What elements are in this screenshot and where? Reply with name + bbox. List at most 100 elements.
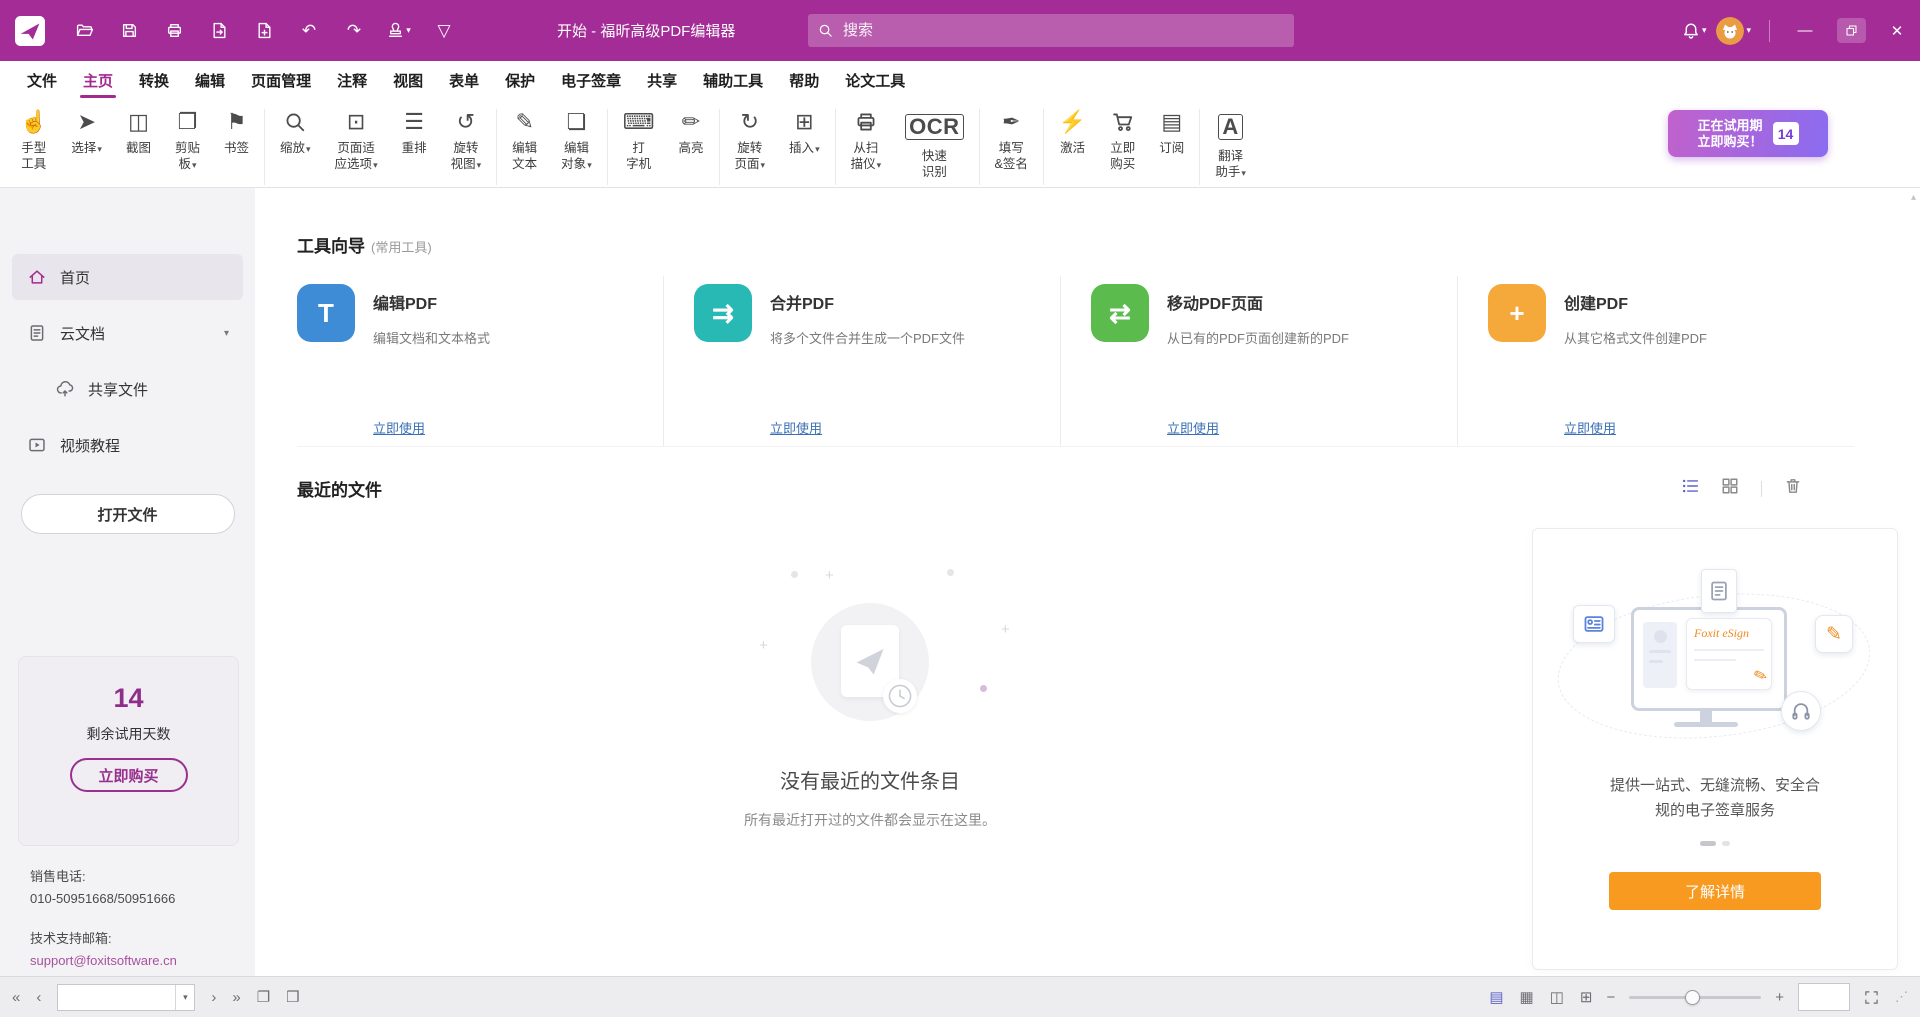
ribbon-page-fit[interactable]: ⊡页面适应选项▾ bbox=[323, 107, 390, 173]
filter-button[interactable]: ▽ bbox=[425, 14, 463, 48]
ribbon-hand-tool[interactable]: ☝手型工具 bbox=[8, 107, 59, 172]
first-page-button[interactable]: « bbox=[12, 989, 20, 1006]
buy-now-button[interactable]: 立即购买 bbox=[70, 758, 188, 792]
ribbon-activate[interactable]: ⚡激活 bbox=[1047, 107, 1098, 156]
export-pdf-button[interactable] bbox=[200, 14, 238, 48]
learn-more-button[interactable]: 了解详情 bbox=[1609, 872, 1821, 910]
zoom-slider[interactable] bbox=[1629, 990, 1761, 1004]
ribbon-zoom[interactable]: 缩放▾ bbox=[268, 107, 323, 157]
fit-screen-button[interactable] bbox=[1864, 990, 1879, 1005]
print-button[interactable] bbox=[155, 14, 193, 48]
menu-home[interactable]: 主页 bbox=[70, 61, 126, 99]
menu-protect[interactable]: 保护 bbox=[492, 61, 548, 99]
scroll-up-arrow[interactable]: ▴ bbox=[1911, 192, 1916, 203]
menu-paper-tools[interactable]: 论文工具 bbox=[832, 61, 918, 99]
redo-button[interactable]: ↷ bbox=[335, 14, 373, 48]
menu-edit[interactable]: 编辑 bbox=[182, 61, 238, 99]
facing-view-button[interactable]: ◫ bbox=[1550, 988, 1564, 1006]
zoom-slider-handle[interactable] bbox=[1685, 990, 1700, 1005]
previous-view-button[interactable]: ❐ bbox=[257, 988, 270, 1006]
ribbon-select[interactable]: ➤选择▾ bbox=[59, 107, 114, 157]
ribbon-buy-now[interactable]: 立即购买 bbox=[1098, 107, 1147, 172]
tool-card-merge-pdf[interactable]: ⇉合并PDF将多个文件合并生成一个PDF文件立即使用 bbox=[663, 276, 1060, 446]
ribbon-quick-ocr[interactable]: OCR快速识别 bbox=[893, 107, 975, 180]
ribbon-insert[interactable]: ⊞插入▾ bbox=[777, 107, 832, 157]
single-page-view-button[interactable]: ▤ bbox=[1489, 988, 1503, 1006]
notifications-button[interactable]: ▾ bbox=[1682, 22, 1707, 40]
ribbon-reflow[interactable]: ☰重排 bbox=[390, 107, 439, 156]
ribbon-snapshot[interactable]: ◫截图 bbox=[114, 107, 163, 156]
menu-page-manage[interactable]: 页面管理 bbox=[238, 61, 324, 99]
ribbon-typewriter[interactable]: ⌨打字机 bbox=[611, 107, 667, 172]
use-now-link-move-pdf-pages[interactable]: 立即使用 bbox=[1167, 418, 1219, 437]
search-box[interactable] bbox=[808, 14, 1294, 47]
resize-grip[interactable]: ⋰ bbox=[1895, 989, 1908, 1005]
continuous-view-button[interactable]: ▦ bbox=[1520, 988, 1534, 1006]
restore-button[interactable] bbox=[1828, 0, 1874, 61]
use-now-link-edit-pdf[interactable]: 立即使用 bbox=[373, 418, 425, 437]
open-file-button[interactable]: 打开文件 bbox=[21, 494, 235, 534]
next-view-button[interactable]: ❒ bbox=[286, 988, 299, 1006]
ribbon-rotate-pages[interactable]: ↻旋转页面▾ bbox=[723, 107, 778, 173]
dot-decoration bbox=[980, 685, 987, 692]
sidebar-item-home[interactable]: 首页 bbox=[12, 254, 243, 300]
account-menu[interactable]: ▾ bbox=[1716, 17, 1751, 45]
minimize-button[interactable]: — bbox=[1782, 0, 1828, 61]
menu-accessibility[interactable]: 辅助工具 bbox=[690, 61, 776, 99]
menu-share[interactable]: 共享 bbox=[634, 61, 690, 99]
minimize-icon: — bbox=[1798, 22, 1813, 39]
menu-view[interactable]: 视图 bbox=[380, 61, 436, 99]
prev-page-button[interactable]: ‹ bbox=[36, 989, 41, 1006]
zoom-out-button[interactable]: − bbox=[1606, 989, 1615, 1006]
grid-view-button[interactable] bbox=[1721, 477, 1739, 500]
ribbon-highlight[interactable]: ✏高亮 bbox=[666, 107, 715, 156]
carousel-dots[interactable] bbox=[1533, 841, 1897, 846]
ribbon-translate[interactable]: A翻译助手▾ bbox=[1203, 107, 1258, 181]
menu-comment[interactable]: 注释 bbox=[324, 61, 380, 99]
menu-help[interactable]: 帮助 bbox=[776, 61, 832, 99]
ribbon-rotate-view[interactable]: ↺旋转视图▾ bbox=[439, 107, 494, 173]
save-button[interactable] bbox=[110, 14, 148, 48]
use-now-link-merge-pdf[interactable]: 立即使用 bbox=[770, 418, 822, 437]
page-dropdown-caret[interactable]: ▾ bbox=[175, 985, 194, 1010]
carousel-dot-2[interactable] bbox=[1722, 841, 1730, 846]
undo-button[interactable]: ↶ bbox=[290, 14, 328, 48]
clear-recent-button[interactable] bbox=[1784, 477, 1802, 500]
foxit-logo-icon[interactable] bbox=[15, 16, 45, 46]
page-number-input[interactable] bbox=[58, 990, 175, 1005]
sidebar-item-cloud-docs[interactable]: 云文档▾ bbox=[12, 310, 243, 356]
last-page-button[interactable]: » bbox=[232, 989, 240, 1006]
close-button[interactable]: ✕ bbox=[1874, 0, 1920, 61]
menu-form[interactable]: 表单 bbox=[436, 61, 492, 99]
menu-esign[interactable]: 电子签章 bbox=[548, 61, 634, 99]
ribbon-clipboard[interactable]: ❐剪贴板▾ bbox=[163, 107, 212, 173]
book-view-button[interactable]: ⊞ bbox=[1580, 988, 1593, 1006]
menu-convert[interactable]: 转换 bbox=[126, 61, 182, 99]
sidebar-item-shared-files[interactable]: 共享文件 bbox=[40, 366, 243, 412]
ribbon-bookmark[interactable]: ⚑书签 bbox=[212, 107, 261, 156]
open-file-button[interactable] bbox=[65, 14, 103, 48]
sidebar-item-video-tutorials[interactable]: 视频教程 bbox=[12, 422, 243, 468]
chevron-down-icon[interactable]: ▾ bbox=[224, 328, 229, 339]
list-view-button[interactable] bbox=[1681, 477, 1699, 500]
use-now-link-create-pdf[interactable]: 立即使用 bbox=[1564, 418, 1616, 437]
tool-card-edit-pdf[interactable]: T编辑PDF编辑文档和文本格式立即使用 bbox=[297, 276, 663, 446]
ribbon-from-scanner[interactable]: 从扫描仪▾ bbox=[839, 107, 894, 173]
tool-card-create-pdf[interactable]: +创建PDF从其它格式文件创建PDF立即使用 bbox=[1457, 276, 1854, 446]
next-page-button[interactable]: › bbox=[211, 989, 216, 1006]
ribbon-subscribe[interactable]: ▤订阅 bbox=[1147, 107, 1196, 156]
search-input[interactable] bbox=[841, 21, 1284, 40]
doc-create-icon bbox=[256, 22, 273, 39]
zoom-in-button[interactable]: + bbox=[1775, 989, 1784, 1006]
carousel-dot-1[interactable] bbox=[1700, 841, 1716, 846]
ribbon-edit-object[interactable]: ❏编辑对象▾ bbox=[549, 107, 604, 173]
menu-file[interactable]: 文件 bbox=[14, 61, 70, 99]
create-pdf-button[interactable] bbox=[245, 14, 283, 48]
ribbon-edit-text[interactable]: ✎编辑文本 bbox=[500, 107, 549, 172]
ribbon-fill-sign[interactable]: ✒填写&签名 bbox=[983, 107, 1040, 172]
zoom-percent-input[interactable] bbox=[1798, 983, 1850, 1011]
tool-card-move-pdf-pages[interactable]: ⇄移动PDF页面从已有的PDF页面创建新的PDF立即使用 bbox=[1060, 276, 1457, 446]
trial-banner-button[interactable]: 正在试用期 立即购买！ 14 bbox=[1668, 110, 1828, 157]
stamp-button[interactable]: ▾ bbox=[380, 14, 418, 48]
support-email-link[interactable]: support@foxitsoftware.cn bbox=[30, 953, 177, 968]
